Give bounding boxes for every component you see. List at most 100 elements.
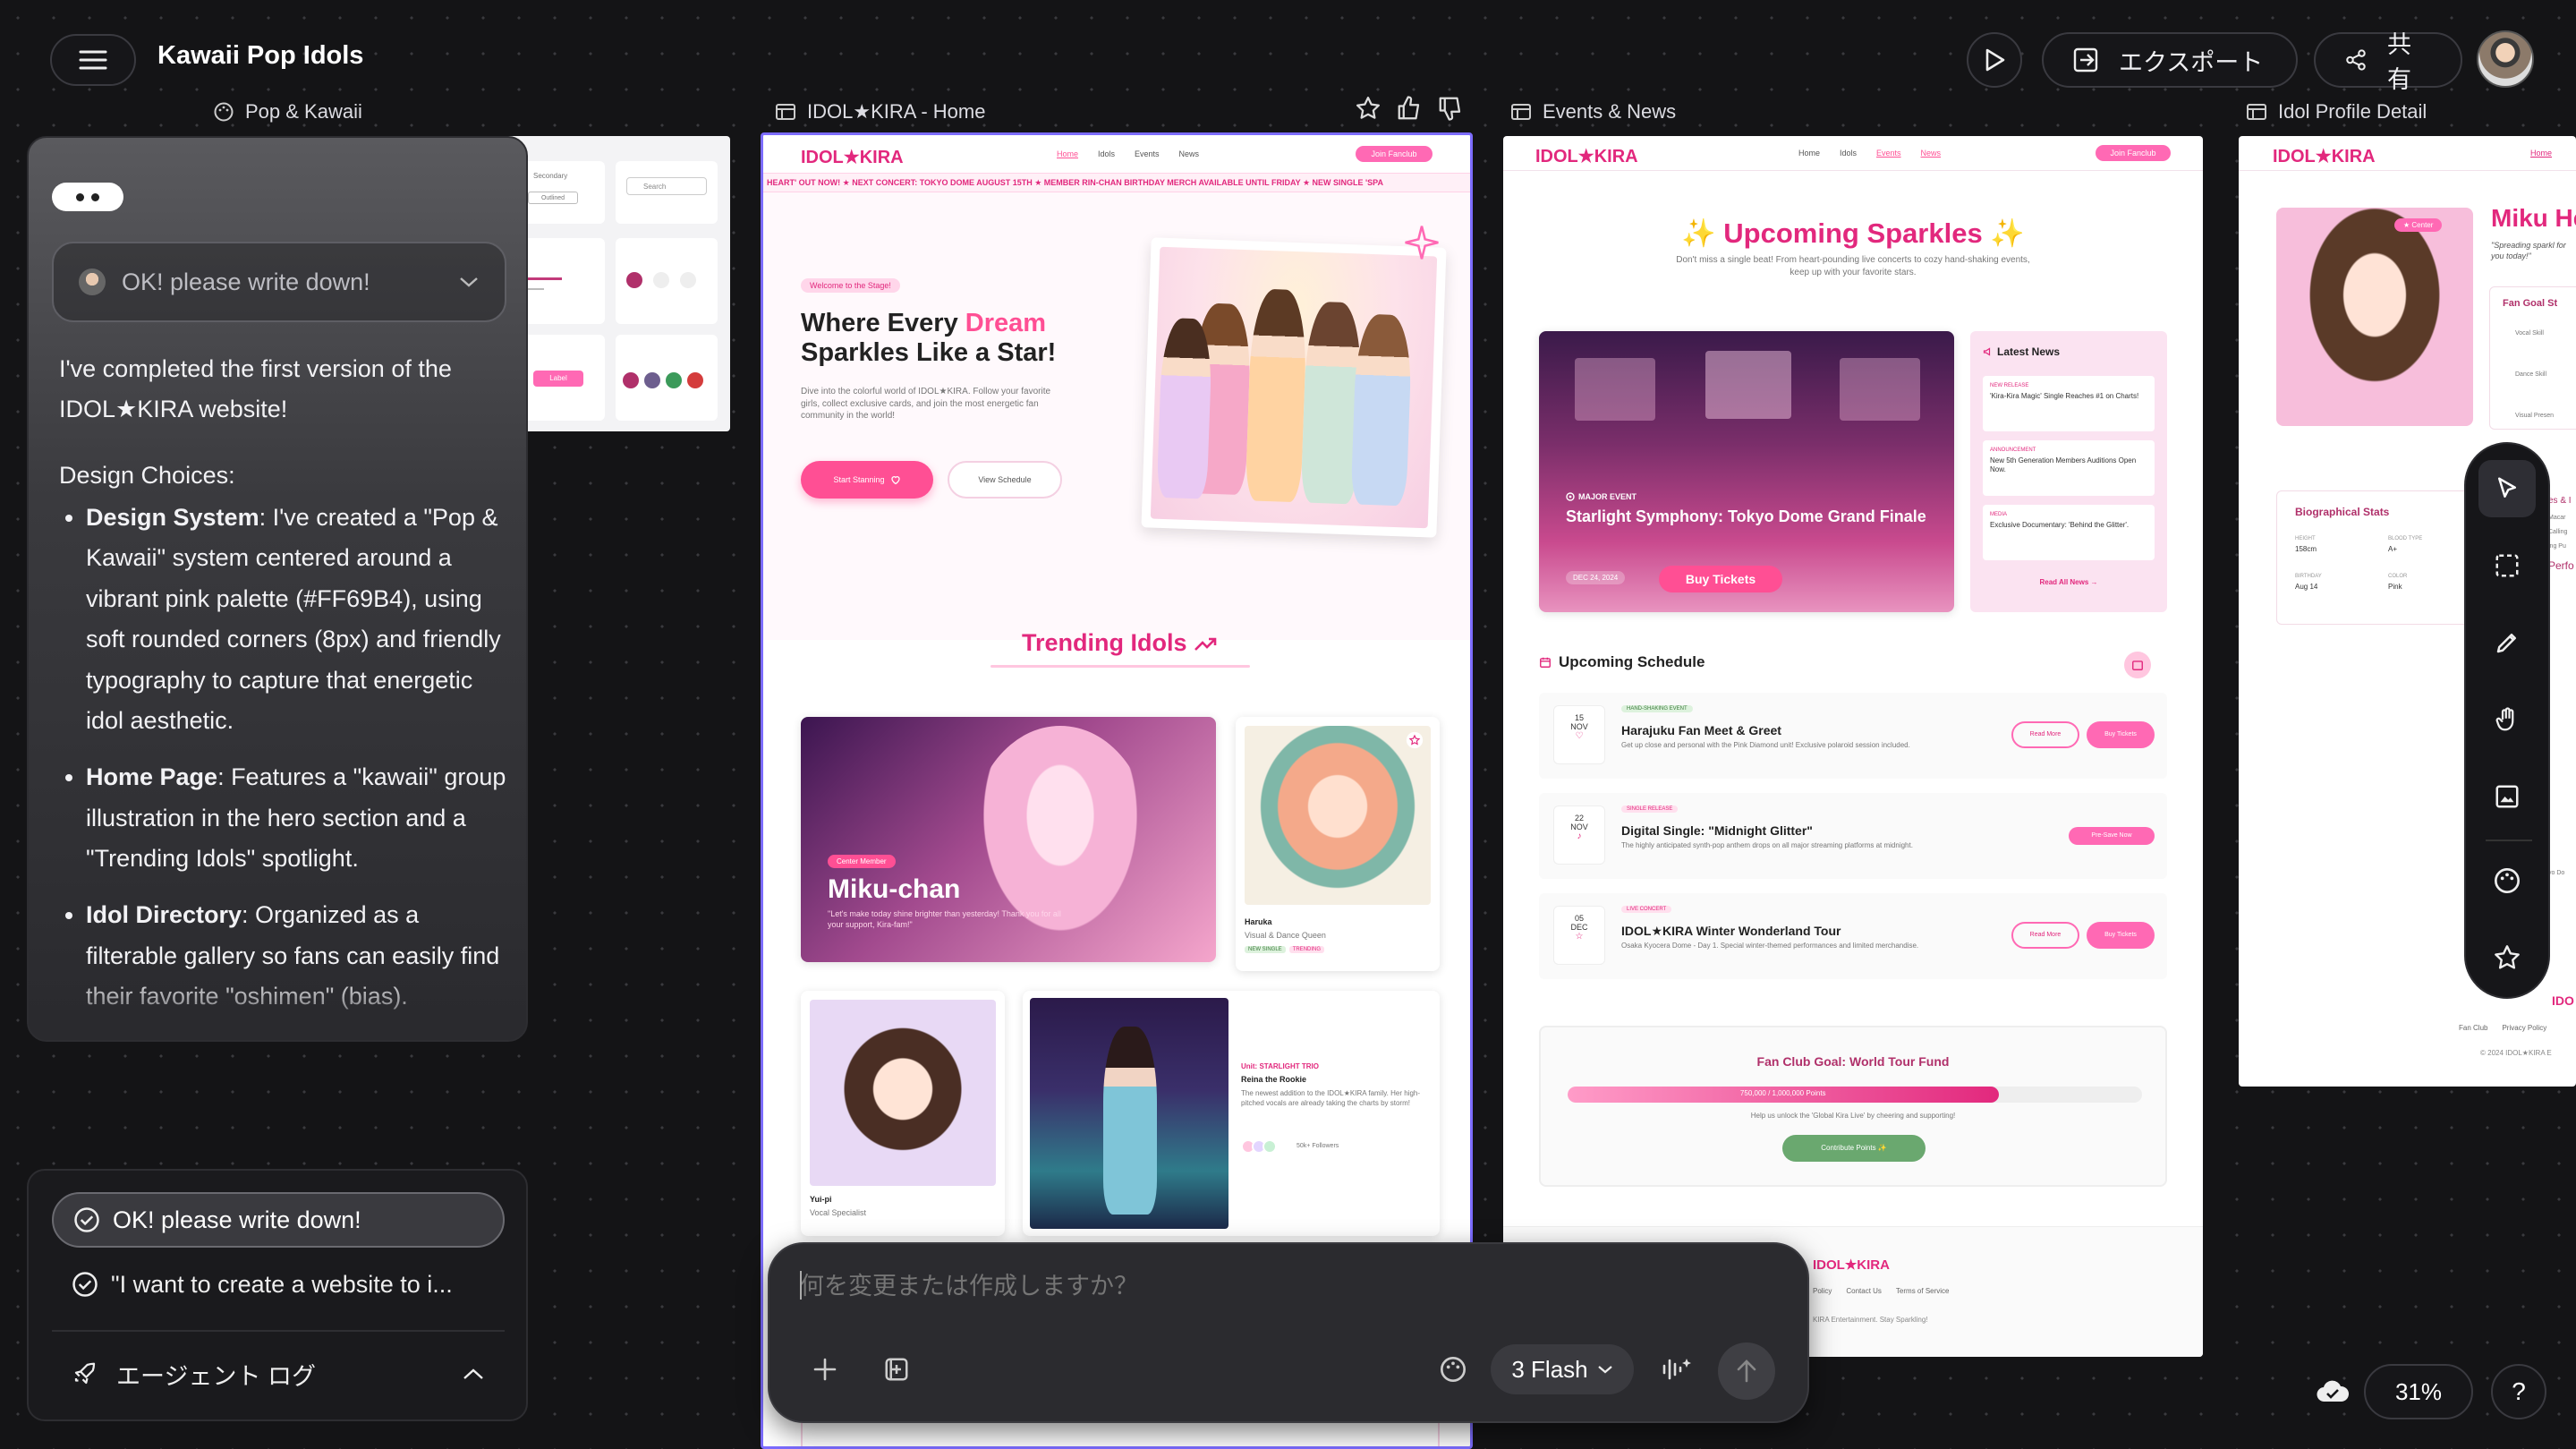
prompt-history-dropdown[interactable]: OK! please write down! [52,242,506,322]
nav-idols[interactable]: Idols [1098,149,1115,158]
calendar-icon [1540,657,1551,668]
nav-home[interactable]: Home [1798,149,1820,158]
play-button[interactable] [1967,32,2022,88]
nav-home[interactable]: Home [1057,149,1078,158]
add-attachment-button[interactable] [805,1350,845,1389]
view-schedule-button[interactable]: View Schedule [948,461,1062,499]
haruka-card[interactable]: Haruka Visual & Dance Queen NEW SINGLE T… [1236,717,1440,971]
nav-idols[interactable]: Idols [1840,149,1857,158]
export-button[interactable]: エクスポート [2042,32,2298,88]
check-circle-icon [72,1272,98,1297]
design-system-frame[interactable]: Secondary Outlined Search Label [501,136,730,431]
bullet-home-page: Home Page: Features a "kawaii" group ill… [86,757,506,879]
frame-label-design-system[interactable]: Pop & Kawaii [213,100,362,124]
dropdown-label: OK! please write down! [122,268,370,295]
voice-input-button[interactable] [1657,1350,1696,1389]
trending-title: Trending Idols [763,629,1470,657]
favorite-icon[interactable] [1406,731,1424,749]
site-logo: IDOL★KIRA [2273,147,2376,166]
news-item[interactable]: NEW RELEASE 'Kira-Kira Magic' Single Rea… [1983,376,2155,431]
buy-tickets-button[interactable]: Buy Tickets [2087,721,2155,748]
contribute-points-button[interactable]: Contribute Points ✨ [1782,1135,1926,1162]
yuipi-card[interactable]: Yui-pi Vocal Specialist [801,991,1005,1236]
pen-tool[interactable] [2478,614,2536,671]
nav-home[interactable]: Home [2530,149,2552,158]
star-icon[interactable] [1355,95,1382,122]
join-fanclub-button[interactable]: Join Fanclub [1356,146,1433,162]
idol-name: Haruka [1245,917,1272,926]
history-item-active[interactable]: OK! please write down! [52,1192,505,1248]
footer-links: Fan Club Privacy Policy [2459,1024,2547,1032]
event-tag: HAND-SHAKING EVENT [1621,705,1693,712]
hand-tool[interactable] [2478,691,2536,748]
thumbs-up-icon[interactable] [1396,95,1423,122]
skill-label: Dance Skill [2515,371,2547,378]
read-more-button[interactable]: Read More [2011,721,2079,748]
add-frame-button[interactable] [877,1350,916,1389]
frame-label-profile[interactable]: Idol Profile Detail [2246,100,2427,124]
news-item[interactable]: ANNOUNCEMENT New 5th Generation Members … [1983,440,2155,496]
image-tool[interactable] [2478,768,2536,825]
bio-title: Biographical Stats [2295,506,2390,518]
featured-idol-card[interactable]: Center Member Miku-chan "Let's make toda… [801,717,1216,962]
news-item[interactable]: MEDIA Exclusive Documentary: 'Behind the… [1983,505,2155,560]
theme-button[interactable] [1433,1350,1473,1389]
heart-icon [890,476,900,485]
canvas-toolbar [2464,442,2550,999]
history-item[interactable]: "I want to create a website to i... [52,1257,505,1312]
pre-save-button[interactable]: Pre-Save Now [2069,827,2155,845]
share-button[interactable]: 共有 [2314,31,2462,93]
select-tool[interactable] [2478,460,2536,517]
palette-icon [214,102,234,122]
export-label: エクスポート [2119,48,2264,76]
chat-message: I've completed the first version of the … [59,349,506,1017]
stat-label: COLOR [2388,574,2408,579]
design-choices-list: Design System: I've created a "Pop & Kaw… [59,498,506,1017]
footer-links: Policy Contact Us Terms of Service [1813,1287,1950,1295]
user-avatar[interactable] [2477,30,2534,88]
chat-panel: OK! please write down! I've completed th… [27,136,528,1042]
pencil-icon [2496,634,2516,653]
buy-tickets-button[interactable]: Buy Tickets [2087,922,2155,949]
major-event-card[interactable]: MAJOR EVENT Starlight Symphony: Tokyo Do… [1539,331,1954,612]
favorites-tool[interactable] [2478,929,2536,986]
nav-events[interactable]: Events [1135,149,1160,158]
zoom-level[interactable]: 31% [2364,1364,2473,1419]
model-selector[interactable]: 3 Flash [1491,1344,1634,1394]
schedule-item[interactable]: 22 NOV ♪ SINGLE RELEASE Digital Single: … [1539,793,2167,879]
help-button[interactable]: ? [2491,1364,2546,1419]
skill-label: Visual Presen [2515,413,2555,419]
calendar-toggle[interactable] [2124,652,2151,678]
nav-news[interactable]: News [1921,149,1942,158]
prompt-input[interactable] [800,1264,1775,1308]
agent-log-toggle[interactable]: エージェント ログ [52,1342,505,1405]
nav-news[interactable]: News [1179,149,1200,158]
schedule-item[interactable]: 05 DEC ☆ LIVE CONCERT IDOL★KIRA Winter W… [1539,893,2167,979]
nav-events[interactable]: Events [1876,149,1901,158]
frame-label-events[interactable]: Events & News [1510,100,1676,124]
read-more-button[interactable]: Read More [2011,922,2079,949]
stat-label: BIRTHDAY [2295,574,2322,579]
event-tag: SINGLE RELEASE [1621,805,1679,813]
frame-label-home[interactable]: IDOL★KIRA - Home [775,100,985,124]
theme-tool[interactable] [2478,852,2536,909]
footer-copyright: © 2024 IDOL★KIRA E [2480,1049,2552,1057]
buy-tickets-button[interactable]: Buy Tickets [1659,566,1782,592]
events-frame[interactable]: IDOL★KIRA Home Idols Events News Join Fa… [1503,136,2203,1357]
reina-card[interactable]: Unit: STARLIGHT TRIO Reina the Rookie Th… [1023,991,1440,1236]
read-all-news-link[interactable]: Read All News → [1970,578,2167,586]
share-icon [2346,49,2366,71]
join-fanclub-button[interactable]: Join Fanclub [2096,145,2171,161]
marquee-tool[interactable] [2478,537,2536,594]
start-stanning-button[interactable]: Start Stanning [801,461,933,499]
icon-color-samples [623,372,703,388]
idol-role: Vocal Specialist [810,1208,867,1217]
thumbs-down-icon[interactable] [1437,95,1464,122]
design-choices-heading: Design Choices: [59,461,235,489]
schedule-item[interactable]: 15 NOV ♡ HAND-SHAKING EVENT Harajuku Fan… [1539,693,2167,779]
menu-button[interactable] [50,34,136,86]
sync-status-indicator[interactable] [2312,1371,2353,1412]
send-button[interactable] [1718,1342,1775,1400]
check-circle-icon [74,1207,99,1232]
palette-icon [1441,1357,1466,1382]
